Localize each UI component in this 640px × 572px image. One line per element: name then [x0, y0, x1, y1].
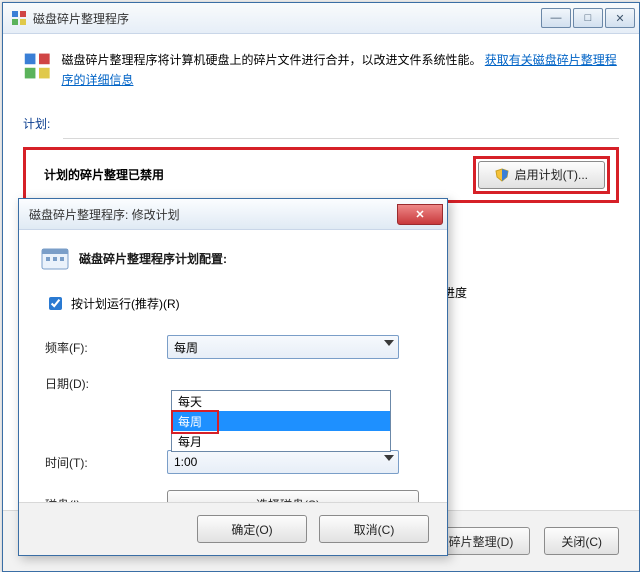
- time-combobox[interactable]: 1:00: [167, 450, 399, 474]
- ok-button[interactable]: 确定(O): [197, 515, 307, 543]
- run-on-schedule-checkbox[interactable]: [49, 297, 62, 310]
- intro-blurb: 磁盘碎片整理程序将计算机硬盘上的碎片文件进行合并，以改进文件系统性能。: [61, 53, 481, 67]
- defrag-icon: [23, 50, 51, 82]
- dialog-bottom-bar: 确定(O) 取消(C): [19, 502, 447, 555]
- calendar-icon: [41, 246, 69, 270]
- modify-schedule-dialog: 磁盘碎片整理程序: 修改计划 ✕ 磁盘碎片整理程序计划配置: 按计划运行(推荐)…: [18, 198, 448, 556]
- time-label: 时间(T):: [45, 454, 167, 471]
- ok-label: 确定(O): [231, 521, 272, 538]
- close-button[interactable]: 关闭(C): [544, 527, 619, 555]
- enable-schedule-label: 启用计划(T)...: [515, 166, 588, 183]
- main-titlebar: 磁盘碎片整理程序 — □ ✕: [3, 3, 639, 34]
- chevron-down-icon: [384, 455, 394, 461]
- main-title: 磁盘碎片整理程序: [33, 10, 541, 27]
- frequency-label: 频率(F):: [45, 339, 167, 356]
- dialog-close-button[interactable]: ✕: [397, 204, 443, 225]
- enable-schedule-button[interactable]: 启用计划(T)...: [478, 161, 605, 189]
- frequency-combobox[interactable]: 每周: [167, 335, 399, 359]
- defrag-app-icon: [11, 10, 27, 26]
- date-label: 日期(D):: [45, 375, 167, 392]
- enable-button-highlight: 启用计划(T)...: [473, 156, 610, 194]
- minimize-button[interactable]: —: [541, 8, 571, 28]
- dropdown-option-monthly[interactable]: 每月: [172, 431, 390, 451]
- config-heading: 磁盘碎片整理程序计划配置:: [79, 250, 227, 267]
- run-on-schedule-label: 按计划运行(推荐)(R): [71, 295, 180, 312]
- maximize-button[interactable]: □: [573, 8, 603, 28]
- dropdown-option-daily[interactable]: 每天: [172, 391, 390, 411]
- intro-text: 磁盘碎片整理程序将计算机硬盘上的碎片文件进行合并，以改进文件系统性能。 获取有关…: [61, 50, 619, 91]
- dialog-titlebar: 磁盘碎片整理程序: 修改计划 ✕: [19, 199, 447, 230]
- frequency-value: 每周: [174, 339, 198, 356]
- chevron-down-icon: [384, 340, 394, 346]
- schedule-area-highlight: 计划的碎片整理已禁用 启用计划(T)...: [23, 147, 619, 203]
- schedule-disabled-text: 计划的碎片整理已禁用: [26, 166, 164, 183]
- dialog-title: 磁盘碎片整理程序: 修改计划: [29, 206, 397, 223]
- dropdown-option-weekly[interactable]: 每周: [172, 411, 390, 431]
- uac-shield-icon: [495, 168, 509, 182]
- progress-column-label: 进度: [443, 284, 613, 301]
- frequency-dropdown: 每天 每周 每月: [171, 390, 391, 452]
- close-label: 关闭(C): [561, 533, 602, 550]
- cancel-label: 取消(C): [354, 521, 395, 538]
- schedule-section-label: 计划:: [23, 115, 619, 132]
- cancel-button[interactable]: 取消(C): [319, 515, 429, 543]
- time-value: 1:00: [174, 455, 197, 469]
- close-window-button[interactable]: ✕: [605, 8, 635, 28]
